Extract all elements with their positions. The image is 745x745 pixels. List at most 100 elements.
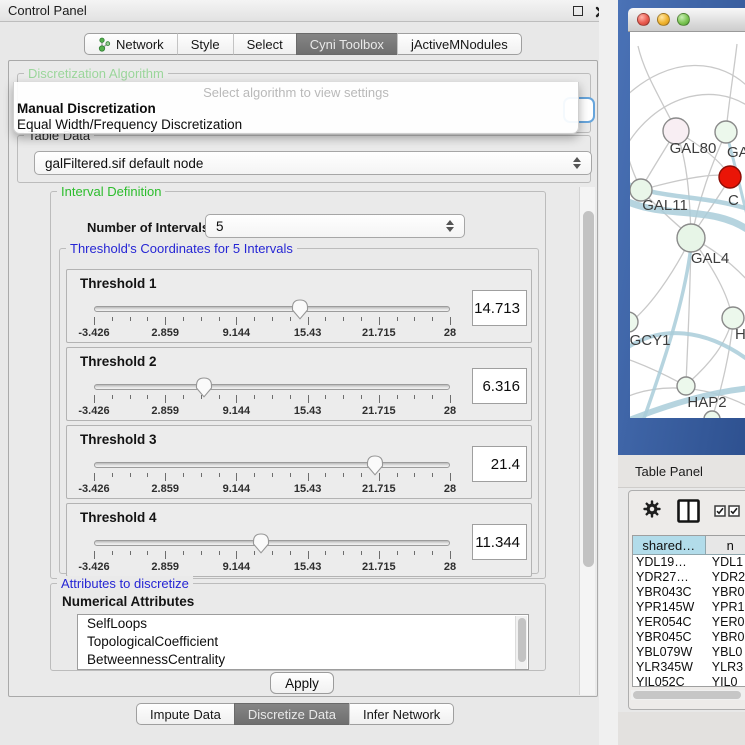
bottom-tab-bar: Impute DataDiscretize DataInfer Network	[136, 703, 454, 725]
slider-track[interactable]	[94, 540, 450, 546]
thresholds-group-title: Threshold's Coordinates for 5 Intervals	[66, 241, 297, 256]
tick-mark	[94, 317, 95, 325]
attribute-list-item[interactable]: SelfLoops	[78, 615, 528, 633]
threshold-slider[interactable]: -3.4262.8599.14415.4321.71528	[94, 426, 450, 500]
tab-style[interactable]: Style	[177, 33, 233, 55]
network-edge[interactable]	[630, 65, 745, 98]
tick-mark	[165, 317, 166, 325]
tick-mark	[325, 395, 326, 399]
traffic-close-icon[interactable]	[637, 13, 650, 26]
tick-mark	[147, 551, 148, 555]
tick-mark	[147, 473, 148, 477]
network-node-label: C	[728, 192, 739, 209]
table-row[interactable]: YDL19…YDL1	[633, 555, 745, 570]
tick-mark	[397, 395, 398, 399]
apply-button[interactable]: Apply	[270, 672, 334, 694]
table-row[interactable]: YDR27…YDR2	[633, 570, 745, 585]
number-of-intervals-value: 5	[216, 219, 224, 234]
table-toolbar	[629, 491, 745, 533]
attributes-group: Attributes to discretize Numerical Attri…	[50, 583, 546, 671]
network-edge[interactable]	[638, 46, 676, 130]
traffic-zoom-icon[interactable]	[677, 13, 690, 26]
bottom-tab-impute-data[interactable]: Impute Data	[136, 703, 234, 725]
split-columns-icon[interactable]	[677, 499, 700, 528]
tick-mark	[183, 551, 184, 555]
table-row[interactable]: YBL079WYBL0	[633, 645, 745, 660]
threshold-value-field[interactable]: 14.713	[472, 290, 527, 326]
table-row[interactable]: YBR045CYBR0	[633, 630, 745, 645]
tab-network[interactable]: Network	[84, 33, 177, 55]
network-node-gcy1[interactable]	[630, 312, 638, 332]
table-cell: YER054C	[633, 615, 706, 630]
tab-select[interactable]: Select	[233, 33, 296, 55]
attribute-list-item[interactable]: BetweennessCentrality	[78, 651, 528, 669]
network-node-hap2[interactable]	[677, 377, 695, 395]
algorithm-option[interactable]: Manual Discretization	[14, 100, 578, 116]
table-row[interactable]: YPR145WYPR1	[633, 600, 745, 615]
tick-mark	[290, 395, 291, 399]
network-edge[interactable]	[632, 238, 691, 321]
tab-cyni-toolbox[interactable]: Cyni Toolbox	[296, 33, 397, 55]
threshold-value-field[interactable]: 21.4	[472, 446, 527, 482]
tab-label: Network	[116, 37, 164, 52]
tick-mark	[325, 473, 326, 477]
slider-ticks	[94, 317, 450, 325]
column-header[interactable]: n	[706, 536, 745, 555]
settings-vertical-scrollbar[interactable]	[579, 187, 595, 695]
network-edge[interactable]	[641, 175, 729, 190]
checkbox-icon[interactable]	[714, 504, 726, 522]
slider-track[interactable]	[94, 462, 450, 468]
threshold-slider[interactable]: -3.4262.8599.14415.4321.71528	[94, 348, 450, 422]
network-node-gal4[interactable]	[677, 224, 705, 252]
table-data-combobox[interactable]: galFiltered.sif default node	[34, 151, 592, 175]
network-node[interactable]	[704, 411, 720, 418]
number-of-intervals-spinner[interactable]: 5	[205, 214, 465, 238]
tick-mark	[272, 395, 273, 399]
network-edge[interactable]	[686, 320, 732, 385]
network-edge[interactable]	[726, 44, 737, 131]
tick-mark	[325, 551, 326, 555]
network-node-c[interactable]	[719, 166, 741, 188]
settings-panel: Discretization Algorithm Select algorith…	[8, 60, 598, 697]
threshold-value-field[interactable]: 6.316	[472, 368, 527, 404]
network-node-ga[interactable]	[715, 121, 737, 143]
float-window-icon[interactable]	[572, 5, 584, 17]
table-row[interactable]: YLR345WYLR3	[633, 660, 745, 675]
tick-mark	[165, 473, 166, 481]
table-row[interactable]: YBR043CYBR0	[633, 585, 745, 600]
checkbox-icon[interactable]	[728, 504, 740, 522]
bottom-tab-discretize-data[interactable]: Discretize Data	[234, 703, 349, 725]
table-panel-title: Table Panel	[635, 464, 703, 479]
numerical-attributes-list[interactable]: SelfLoopsTopologicalCoefficientBetweenne…	[77, 614, 529, 670]
list-scrollbar[interactable]	[515, 616, 527, 670]
tick-label: 9.144	[223, 405, 251, 417]
tick-label: 21.715	[362, 327, 396, 339]
attribute-list-item[interactable]: TopologicalCoefficient	[78, 633, 528, 651]
table-row[interactable]: YER054CYER0	[633, 615, 745, 630]
gear-icon[interactable]	[643, 500, 661, 523]
column-header[interactable]: shared…	[633, 536, 706, 555]
threshold-value-field[interactable]: 11.344	[472, 524, 527, 560]
tick-mark	[290, 317, 291, 321]
slider-track[interactable]	[94, 384, 450, 390]
algorithm-option[interactable]: Equal Width/Frequency Discretization	[14, 116, 578, 132]
tick-mark	[201, 473, 202, 477]
tick-mark	[112, 473, 113, 477]
tick-mark	[94, 473, 95, 481]
traffic-minimize-icon[interactable]	[657, 13, 670, 26]
table-horizontal-scrollbar[interactable]	[631, 690, 745, 700]
threshold-slider[interactable]: -3.4262.8599.14415.4321.71528	[94, 504, 450, 578]
tick-mark	[201, 317, 202, 321]
table-row[interactable]: YIL052CYIL0	[633, 675, 745, 687]
tick-mark	[147, 395, 148, 399]
bottom-tab-infer-network[interactable]: Infer Network	[349, 703, 454, 725]
tick-mark	[130, 551, 131, 555]
slider-track[interactable]	[94, 306, 450, 312]
control-panel-titlebar: Control Panel	[0, 0, 618, 22]
tick-mark	[308, 395, 309, 403]
tick-mark	[183, 473, 184, 477]
tick-mark	[130, 317, 131, 321]
network-canvas[interactable]: GAL80GACGAL11GAL4HGCY1HAP2	[630, 32, 745, 418]
threshold-slider[interactable]: -3.4262.8599.14415.4321.71528	[94, 270, 450, 344]
tab-jactivemnodules[interactable]: jActiveMNodules	[397, 33, 522, 55]
